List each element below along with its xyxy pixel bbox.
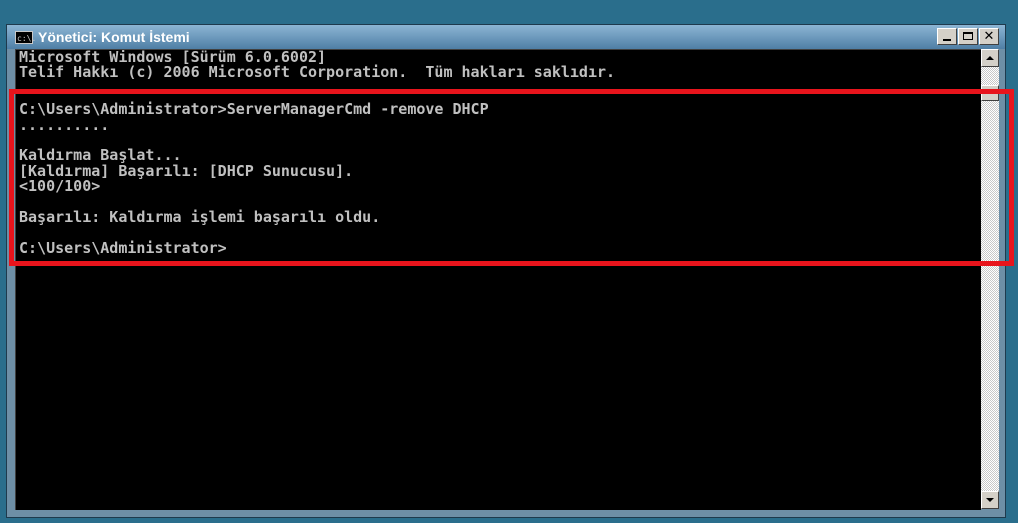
minimize-icon: [943, 39, 951, 41]
close-icon: ✕: [983, 29, 995, 44]
console-line: Telif Hakkı (c) 2006 Microsoft Corporati…: [19, 63, 616, 82]
maximize-icon: [963, 32, 973, 40]
arrow-up-icon: [986, 56, 994, 60]
scroll-up-button[interactable]: [981, 49, 999, 67]
highlight-box: [9, 89, 1014, 266]
cmd-app-icon[interactable]: c:\.: [15, 30, 36, 44]
window-title: Yönetici: Komut İstemi: [38, 29, 190, 45]
window-controls: ✕: [936, 28, 999, 45]
close-button[interactable]: ✕: [979, 28, 999, 45]
scroll-down-button[interactable]: [981, 491, 999, 509]
arrow-down-icon: [986, 498, 994, 502]
minimize-button[interactable]: [937, 28, 957, 45]
title-bar[interactable]: c:\. Yönetici: Komut İstemi ✕: [7, 25, 1005, 49]
maximize-button[interactable]: [958, 28, 978, 45]
